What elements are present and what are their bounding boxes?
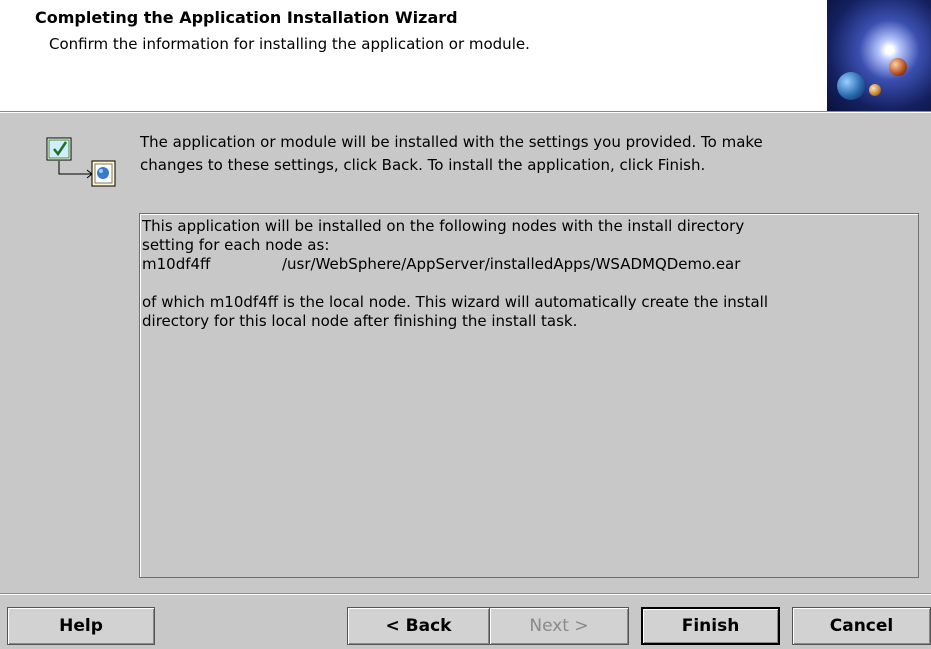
- node-install-path: /usr/WebSphere/AppServer/installedApps/W…: [282, 255, 741, 273]
- install-summary-box: This application will be installed on th…: [139, 213, 919, 578]
- summary-line: setting for each node as:: [142, 236, 330, 254]
- install-wizard-icon: [46, 137, 116, 187]
- summary-line: This application will be installed on th…: [142, 217, 745, 235]
- intro-text: The application or module will be instal…: [140, 131, 910, 177]
- wizard-header: Completing the Application Installation …: [0, 0, 931, 112]
- page-subtitle: Confirm the information for installing t…: [49, 35, 530, 53]
- cancel-button[interactable]: Cancel: [792, 607, 931, 645]
- node-row: m10df4ff /usr/WebSphere/AppServer/instal…: [142, 255, 916, 274]
- planet-icon: [869, 84, 881, 96]
- summary-line: of which m10df4ff is the local node. Thi…: [142, 293, 769, 311]
- next-button[interactable]: Next >: [489, 607, 629, 645]
- page-title: Completing the Application Installation …: [35, 8, 458, 27]
- intro-line: changes to these settings, click Back. T…: [140, 156, 706, 174]
- planet-icon: [837, 72, 865, 100]
- summary-line: directory for this local node after fini…: [142, 312, 578, 330]
- back-button[interactable]: < Back: [347, 607, 490, 645]
- help-button[interactable]: Help: [7, 607, 155, 645]
- finish-button[interactable]: Finish: [641, 607, 780, 645]
- intro-line: The application or module will be instal…: [140, 133, 763, 151]
- node-name: m10df4ff: [142, 255, 211, 273]
- button-separator: [0, 593, 931, 595]
- planet-icon: [889, 58, 907, 76]
- space-banner-image: [827, 0, 931, 111]
